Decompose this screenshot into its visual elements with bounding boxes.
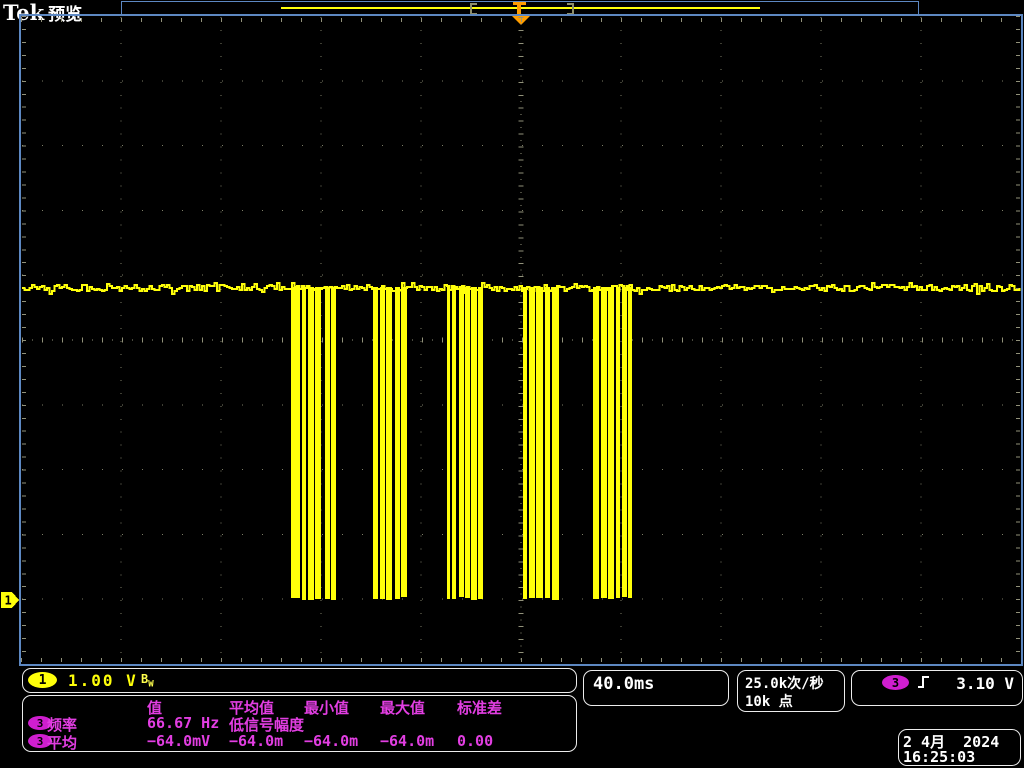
trigger-level: 3.10 V — [956, 674, 1014, 693]
measurement-value: −64.0mV — [147, 732, 210, 750]
header: Tek预览 — [3, 0, 82, 25]
measurement-row-frequency: 3 频率 66.67 Hz 低信号幅度 — [23, 714, 576, 732]
measurements-header-row: 值 平均值 最小值 最大值 标准差 — [23, 697, 576, 715]
horizontal-scale-readout: 40.0ms — [583, 670, 729, 706]
brand-logo: Tek — [3, 0, 44, 25]
ch1-trace — [22, 283, 1020, 600]
channel1-readout: 1 1.00 V BW — [22, 668, 577, 693]
rising-edge-icon — [916, 673, 932, 691]
channel1-badge: 1 — [28, 672, 57, 688]
measurement-min: −64.0m — [304, 732, 358, 750]
record-length: 10k 点 — [745, 691, 793, 711]
trigger-flag-stem — [517, 5, 521, 14]
measurement-std: 0.00 — [457, 732, 493, 750]
channel1-scale: 1.00 V — [68, 671, 138, 690]
time-per-div: 40.0ms — [593, 674, 654, 694]
measurement-max: −64.0m — [380, 732, 434, 750]
trigger-position-arrow-icon — [512, 16, 530, 25]
channel1-ground-marker: 1 — [1, 592, 19, 608]
datetime-readout: 2 4月 2024 16:25:03 — [898, 729, 1021, 766]
window-bracket-left — [470, 3, 477, 15]
measurement-name: 平均 — [47, 732, 77, 753]
window-bracket-right — [567, 3, 574, 15]
measurement-value: 66.67 Hz — [147, 714, 219, 732]
time-label: 16:25:03 — [903, 748, 975, 766]
acquisition-preview-bar — [121, 1, 919, 15]
measurement-mean: −64.0m — [229, 732, 283, 750]
measurement-row-mean: 3 平均 −64.0mV −64.0m −64.0m −64.0m 0.00 — [23, 732, 576, 750]
svg-text:1: 1 — [5, 594, 12, 608]
measurements-panel: 值 平均值 最小值 最大值 标准差 3 频率 66.67 Hz 低信号幅度 3 … — [22, 695, 577, 752]
acquisition-readout: 25.0k次/秒 10k 点 — [737, 670, 845, 712]
trigger-readout: 3 3.10 V — [851, 670, 1023, 706]
graticule-and-waveform: 1 — [0, 0, 1024, 768]
oscilloscope-screen: Tek预览 1 1 1.00 V BW 40.0ms 25.0k次/秒 10k … — [0, 0, 1024, 768]
bandwidth-limit-icon: BW — [141, 672, 154, 689]
trigger-source-badge: 3 — [882, 675, 909, 690]
grid — [20, 15, 1022, 665]
mode-label: 预览 — [48, 5, 82, 25]
acquisition-rate: 25.0k次/秒 — [745, 673, 824, 693]
